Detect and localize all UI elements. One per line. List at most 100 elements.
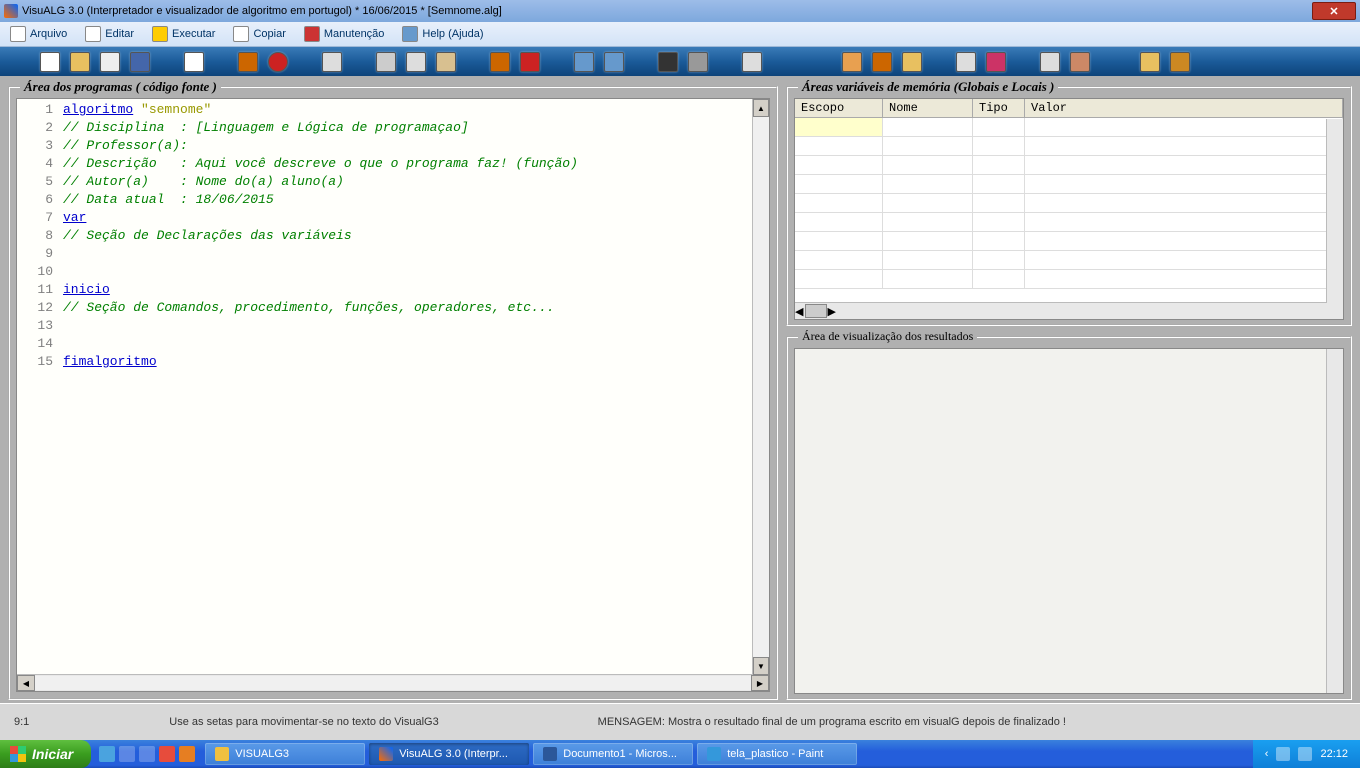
pause-icon[interactable] <box>902 52 922 72</box>
scroll-left-icon[interactable]: ◀ <box>795 305 803 318</box>
ie-icon[interactable] <box>99 746 115 762</box>
tray-arrow-icon[interactable]: ‹ <box>1265 748 1269 760</box>
status-hint: Use as setas para movimentar-se no texto… <box>169 716 438 728</box>
col-nome[interactable]: Nome <box>883 99 973 117</box>
vars-hscroll[interactable]: ◀▶ <box>795 302 1343 319</box>
results-vscroll[interactable] <box>1326 349 1343 693</box>
calc-icon[interactable] <box>1040 52 1060 72</box>
app-icon <box>379 747 393 761</box>
scroll-left-icon[interactable]: ◀ <box>17 675 35 691</box>
table-row[interactable] <box>795 156 1343 175</box>
hand2-icon[interactable] <box>872 52 892 72</box>
save-icon[interactable] <box>130 52 150 72</box>
cut-icon[interactable] <box>376 52 396 72</box>
table-row[interactable] <box>795 137 1343 156</box>
zoom-icon[interactable] <box>956 52 976 72</box>
table-row[interactable] <box>795 175 1343 194</box>
col-valor[interactable]: Valor <box>1025 99 1343 117</box>
flag1-icon[interactable] <box>490 52 510 72</box>
table-row[interactable] <box>795 194 1343 213</box>
taskbar-task-visualg3[interactable]: VISUALG3 <box>205 743 365 765</box>
toolbar <box>0 47 1360 77</box>
task-label: VISUALG3 <box>235 748 289 760</box>
system-tray[interactable]: ‹ 22:12 <box>1253 740 1360 768</box>
clock[interactable]: 22:12 <box>1320 748 1348 760</box>
code-editor[interactable]: 123456789101112131415 algoritmo "semnome… <box>16 98 770 692</box>
results-panel-legend: Área de visualização dos resultados <box>798 329 977 344</box>
work-area: Área dos programas ( código fonte ) 1234… <box>0 76 1360 704</box>
tray-icon[interactable] <box>1298 747 1312 761</box>
cursor-position: 9:1 <box>14 716 29 728</box>
scroll-right-icon[interactable]: ▶ <box>751 675 769 691</box>
open-icon[interactable] <box>70 52 90 72</box>
firefox-icon[interactable] <box>179 746 195 762</box>
start-button[interactable]: Iniciar <box>0 740 91 768</box>
col-tipo[interactable]: Tipo <box>973 99 1025 117</box>
quick-icon[interactable] <box>139 746 155 762</box>
table-row[interactable] <box>795 232 1343 251</box>
variables-panel: Áreas variáveis de memória (Globais e Lo… <box>786 86 1352 326</box>
flag2-icon[interactable] <box>520 52 540 72</box>
task-label: Documento1 - Micros... <box>563 748 677 760</box>
grid-icon[interactable] <box>1070 52 1090 72</box>
copy-icon <box>233 26 249 42</box>
copy-tb-icon[interactable] <box>406 52 426 72</box>
list-icon[interactable] <box>742 52 762 72</box>
editor-hscroll[interactable]: ◀▶ <box>17 674 769 691</box>
scroll-right-icon[interactable]: ▶ <box>827 305 835 318</box>
menu-help[interactable]: Help (Ajuda) <box>398 24 487 44</box>
redo-icon[interactable] <box>604 52 624 72</box>
new-icon[interactable] <box>40 52 60 72</box>
table-row[interactable] <box>795 251 1343 270</box>
page-icon[interactable] <box>184 52 204 72</box>
step-icon[interactable] <box>986 52 1006 72</box>
results-panel: Área de visualização dos resultados <box>786 336 1352 700</box>
scroll-down-icon[interactable]: ▼ <box>753 657 769 675</box>
menu-executar-label: Executar <box>172 28 215 40</box>
results-output[interactable] <box>794 348 1344 694</box>
taskbar-task-word[interactable]: Documento1 - Micros... <box>533 743 693 765</box>
scroll-up-icon[interactable]: ▲ <box>753 99 769 117</box>
taskbar: Iniciar VISUALG3 VisuALG 3.0 (Interpr...… <box>0 740 1360 768</box>
menu-copiar[interactable]: Copiar <box>229 24 289 44</box>
edit-icon <box>85 26 101 42</box>
find-icon[interactable] <box>658 52 678 72</box>
paste-icon[interactable] <box>436 52 456 72</box>
col-escopo[interactable]: Escopo <box>795 99 883 117</box>
tray-icon[interactable] <box>1276 747 1290 761</box>
hand-icon[interactable] <box>842 52 862 72</box>
editor-vscroll[interactable]: ▲▼ <box>752 99 769 675</box>
stop-icon[interactable] <box>268 52 288 72</box>
menu-editar[interactable]: Editar <box>81 24 138 44</box>
vars-vscroll[interactable] <box>1326 119 1343 303</box>
taskbar-task-paint[interactable]: tela_plastico - Paint <box>697 743 857 765</box>
user-icon[interactable] <box>1140 52 1160 72</box>
replace-icon[interactable] <box>688 52 708 72</box>
variables-grid[interactable]: Escopo Nome Tipo Valor ◀▶ <box>794 98 1344 320</box>
variables-header: Escopo Nome Tipo Valor <box>795 99 1343 118</box>
quick-launch <box>91 746 203 762</box>
table-row[interactable] <box>795 118 1343 137</box>
code-text[interactable]: algoritmo "semnome" // Disciplina : [Lin… <box>59 99 769 674</box>
desktop-icon[interactable] <box>119 746 135 762</box>
code-panel-legend: Área dos programas ( código fonte ) <box>20 79 221 95</box>
variables-panel-legend: Áreas variáveis de memória (Globais e Lo… <box>798 79 1058 95</box>
status-bar: 9:1 Use as setas para movimentar-se no t… <box>0 703 1360 740</box>
quick-icon[interactable] <box>159 746 175 762</box>
doc-icon[interactable] <box>100 52 120 72</box>
menu-help-label: Help (Ajuda) <box>422 28 483 40</box>
undo-icon[interactable] <box>574 52 594 72</box>
taskbar-task-visualg[interactable]: VisuALG 3.0 (Interpr... <box>369 743 529 765</box>
door-icon[interactable] <box>1170 52 1190 72</box>
print-icon[interactable] <box>322 52 342 72</box>
run-icon <box>152 26 168 42</box>
close-button[interactable]: ✕ <box>1312 2 1356 20</box>
menu-copiar-label: Copiar <box>253 28 285 40</box>
app-icon <box>4 4 18 18</box>
menu-executar[interactable]: Executar <box>148 24 219 44</box>
menu-arquivo[interactable]: Arquivo <box>6 24 71 44</box>
table-row[interactable] <box>795 213 1343 232</box>
table-row[interactable] <box>795 270 1343 289</box>
menu-manutencao[interactable]: Manutenção <box>300 24 389 44</box>
exit-icon[interactable] <box>238 52 258 72</box>
